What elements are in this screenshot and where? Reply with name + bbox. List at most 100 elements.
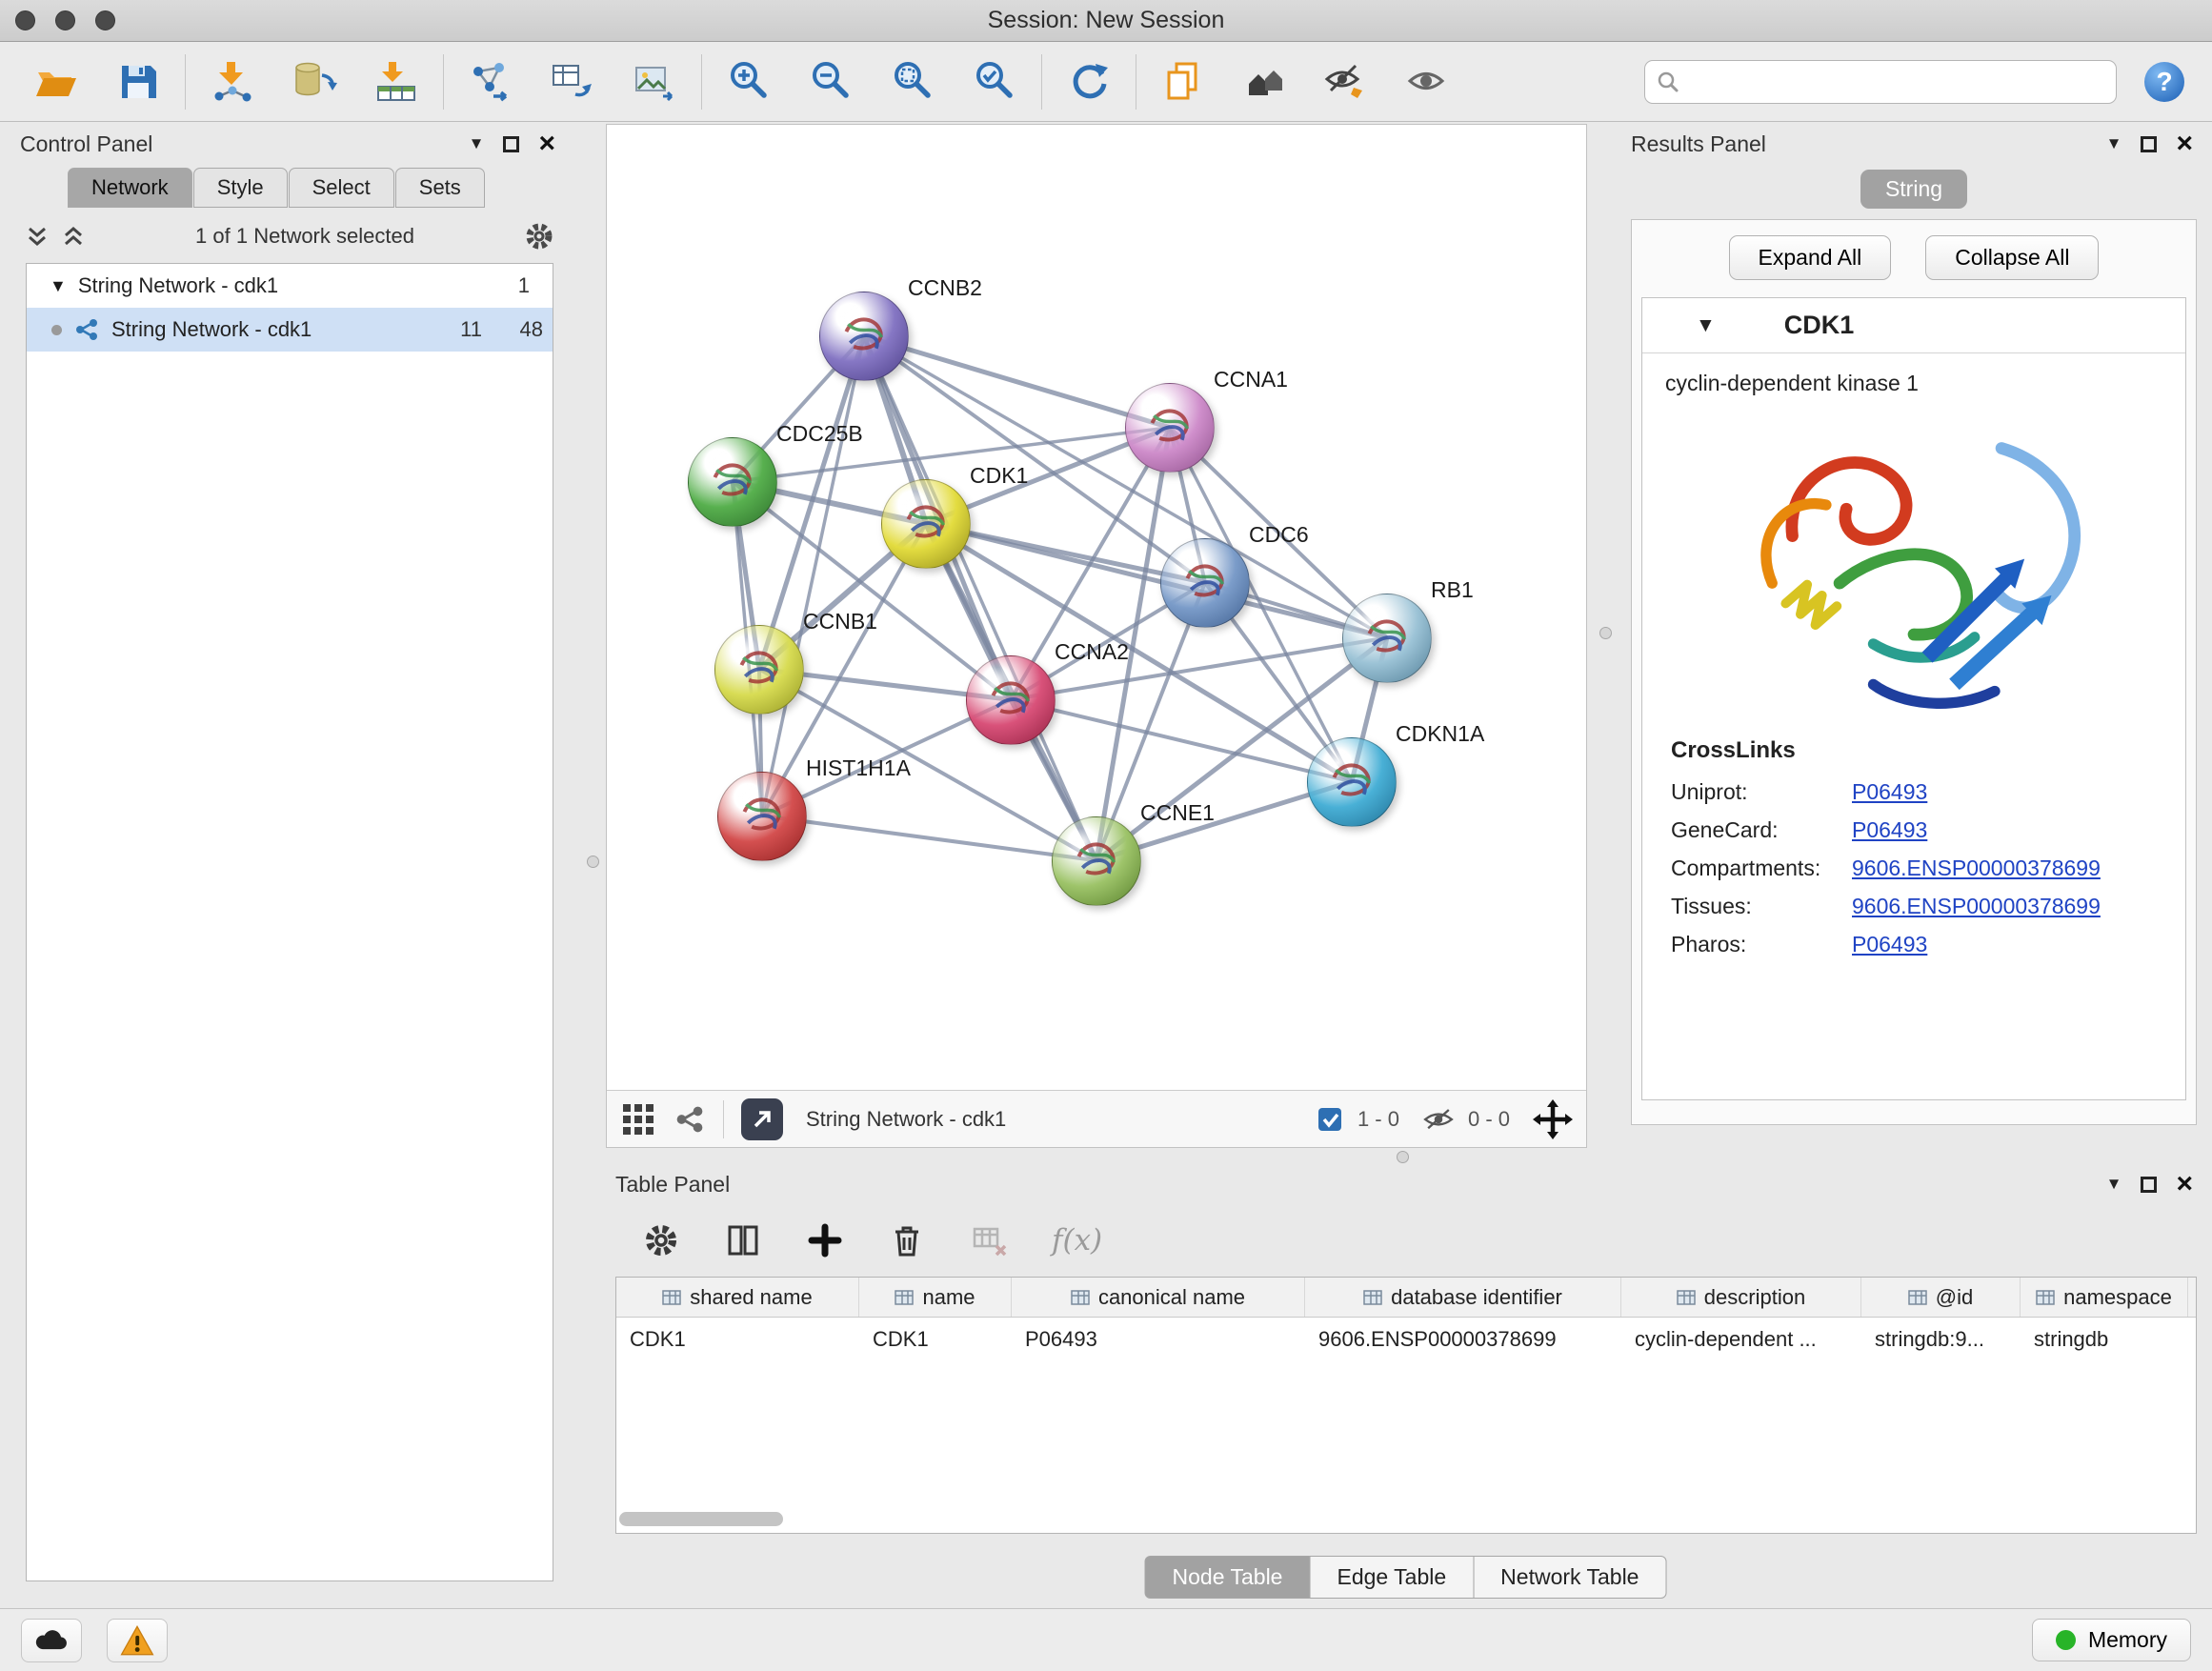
network-collection-row[interactable]: ▼ String Network - cdk1 1 [27, 264, 553, 308]
network-edge[interactable] [926, 524, 1387, 638]
crosslink-link[interactable]: P06493 [1852, 932, 1927, 957]
network-row[interactable]: String Network - cdk1 11 48 [27, 308, 553, 352]
network-node-label: CDC6 [1249, 522, 1309, 548]
splitter-handle[interactable] [1599, 627, 1612, 639]
gene-collapse-icon[interactable]: ▼ [1696, 314, 1716, 337]
import-network-file-button[interactable] [191, 49, 273, 115]
network-edge[interactable] [864, 336, 1096, 860]
control-tab-select[interactable]: Select [289, 168, 394, 208]
network-node-HIST1H1A[interactable] [717, 772, 807, 861]
crosslink-link[interactable]: 9606.ENSP00000378699 [1852, 856, 2101, 881]
network-node-CDKN1A[interactable] [1307, 737, 1397, 827]
zoom-out-button[interactable] [790, 49, 872, 115]
network-edge[interactable] [762, 336, 864, 816]
network-edge[interactable] [762, 815, 1096, 860]
create-column-button[interactable] [806, 1221, 844, 1259]
refresh-view-button[interactable] [1048, 49, 1130, 115]
memory-button[interactable]: Memory [2032, 1619, 2191, 1661]
search-input[interactable] [1687, 70, 2104, 94]
control-panel-float-icon[interactable] [503, 136, 519, 152]
window-zoom-button[interactable] [95, 10, 115, 30]
network-node-CCNB2[interactable] [819, 292, 909, 381]
column-header-name[interactable]: name [859, 1278, 1012, 1317]
column-header-description[interactable]: description [1621, 1278, 1861, 1317]
network-node-CCNB1[interactable] [714, 625, 804, 715]
network-node-CDC25B[interactable] [688, 437, 777, 527]
pan-crosshair-icon[interactable] [1533, 1099, 1573, 1139]
copy-button[interactable] [1142, 49, 1224, 115]
network-canvas[interactable]: CCNB2CCNA1CDC25BCDK1CDC6RB1CCNB1CCNA2CDK… [607, 125, 1586, 1090]
home-button[interactable] [1224, 49, 1306, 115]
hidden-eye-slash-icon[interactable] [1422, 1103, 1455, 1136]
column-header-canonical-name[interactable]: canonical name [1012, 1278, 1305, 1317]
table-row[interactable]: CDK1CDK1P064939606.ENSP00000378699cyclin… [616, 1318, 2196, 1361]
results-panel-float-icon[interactable] [2141, 136, 2157, 152]
birdseye-view-icon[interactable] [674, 1103, 706, 1136]
splitter-handle[interactable] [587, 856, 599, 868]
control-panel-menu-icon[interactable]: ▼ [469, 134, 485, 153]
delete-column-button[interactable] [888, 1221, 926, 1259]
network-node-RB1[interactable] [1342, 594, 1432, 683]
new-network-button[interactable] [450, 49, 532, 115]
zoom-in-button[interactable] [708, 49, 790, 115]
table-tab-node-table[interactable]: Node Table [1145, 1556, 1311, 1599]
expand-all-button[interactable]: Expand All [1729, 235, 1892, 280]
network-node-CCNA2[interactable] [966, 655, 1056, 745]
network-options-gear-icon[interactable] [523, 220, 555, 252]
table-tab-network-table[interactable]: Network Table [1473, 1556, 1666, 1599]
network-from-table-button[interactable] [532, 49, 613, 115]
results-panel-menu-icon[interactable]: ▼ [2106, 134, 2122, 153]
table-panel-menu-icon[interactable]: ▼ [2106, 1175, 2122, 1194]
scrollbar-thumb[interactable] [619, 1512, 783, 1526]
splitter-handle[interactable] [1397, 1151, 1409, 1163]
collapse-all-button[interactable]: Collapse All [1925, 235, 2099, 280]
column-header-namespace[interactable]: namespace [2021, 1278, 2188, 1317]
import-table-button[interactable] [355, 49, 437, 115]
zoom-selected-button[interactable] [954, 49, 1036, 115]
expand-all-icon[interactable] [60, 223, 87, 250]
show-graphics-details-button[interactable] [1388, 49, 1470, 115]
results-panel-close-icon[interactable]: × [2176, 134, 2193, 153]
network-node-CCNA1[interactable] [1125, 383, 1215, 473]
network-edge[interactable] [864, 336, 1170, 428]
export-image-button[interactable] [613, 49, 695, 115]
network-node-CDK1[interactable] [881, 479, 971, 569]
warnings-button[interactable] [107, 1619, 168, 1662]
table-hscrollbar[interactable] [619, 1512, 867, 1526]
crosslink-link[interactable]: P06493 [1852, 817, 1927, 843]
table-panel-close-icon[interactable]: × [2176, 1175, 2193, 1194]
save-session-button[interactable] [97, 49, 179, 115]
network-node-CCNE1[interactable] [1052, 816, 1141, 906]
delete-table-button[interactable] [970, 1221, 1008, 1259]
hide-graphics-details-button[interactable] [1306, 49, 1388, 115]
control-panel-close-icon[interactable]: × [538, 134, 555, 153]
zoom-fit-button[interactable] [872, 49, 954, 115]
control-tab-style[interactable]: Style [193, 168, 288, 208]
gene-card-header[interactable]: ▼ CDK1 [1642, 298, 2185, 353]
import-network-database-button[interactable] [273, 49, 355, 115]
collapse-all-icon[interactable] [24, 223, 50, 250]
control-tab-network[interactable]: Network [68, 168, 192, 208]
table-tab-edge-table[interactable]: Edge Table [1309, 1556, 1474, 1599]
cloud-status-button[interactable] [21, 1619, 82, 1662]
window-close-button[interactable] [15, 10, 35, 30]
grid-view-icon[interactable] [620, 1101, 656, 1137]
crosslink-link[interactable]: 9606.ENSP00000378699 [1852, 894, 2101, 919]
window-minimize-button[interactable] [55, 10, 75, 30]
column-header-at-id[interactable]: @id [1861, 1278, 2021, 1317]
table-settings-button[interactable] [642, 1221, 680, 1259]
network-node-CDC6[interactable] [1160, 538, 1250, 628]
table-panel-float-icon[interactable] [2141, 1177, 2157, 1193]
function-builder-button[interactable]: f(x) [1052, 1223, 1102, 1258]
crosslink-link[interactable]: P06493 [1852, 779, 1927, 805]
column-header-database-identifier[interactable]: database identifier [1305, 1278, 1621, 1317]
column-header-shared-name[interactable]: shared name [616, 1278, 859, 1317]
show-columns-button[interactable] [724, 1221, 762, 1259]
selected-checkbox-icon[interactable] [1316, 1105, 1344, 1134]
open-in-browser-button[interactable] [741, 1098, 783, 1140]
collection-collapse-icon[interactable]: ▼ [50, 276, 67, 296]
help-button[interactable]: ? [2142, 59, 2187, 105]
tab-string[interactable]: String [1860, 170, 1967, 209]
open-session-button[interactable] [15, 49, 97, 115]
control-tab-sets[interactable]: Sets [395, 168, 485, 208]
